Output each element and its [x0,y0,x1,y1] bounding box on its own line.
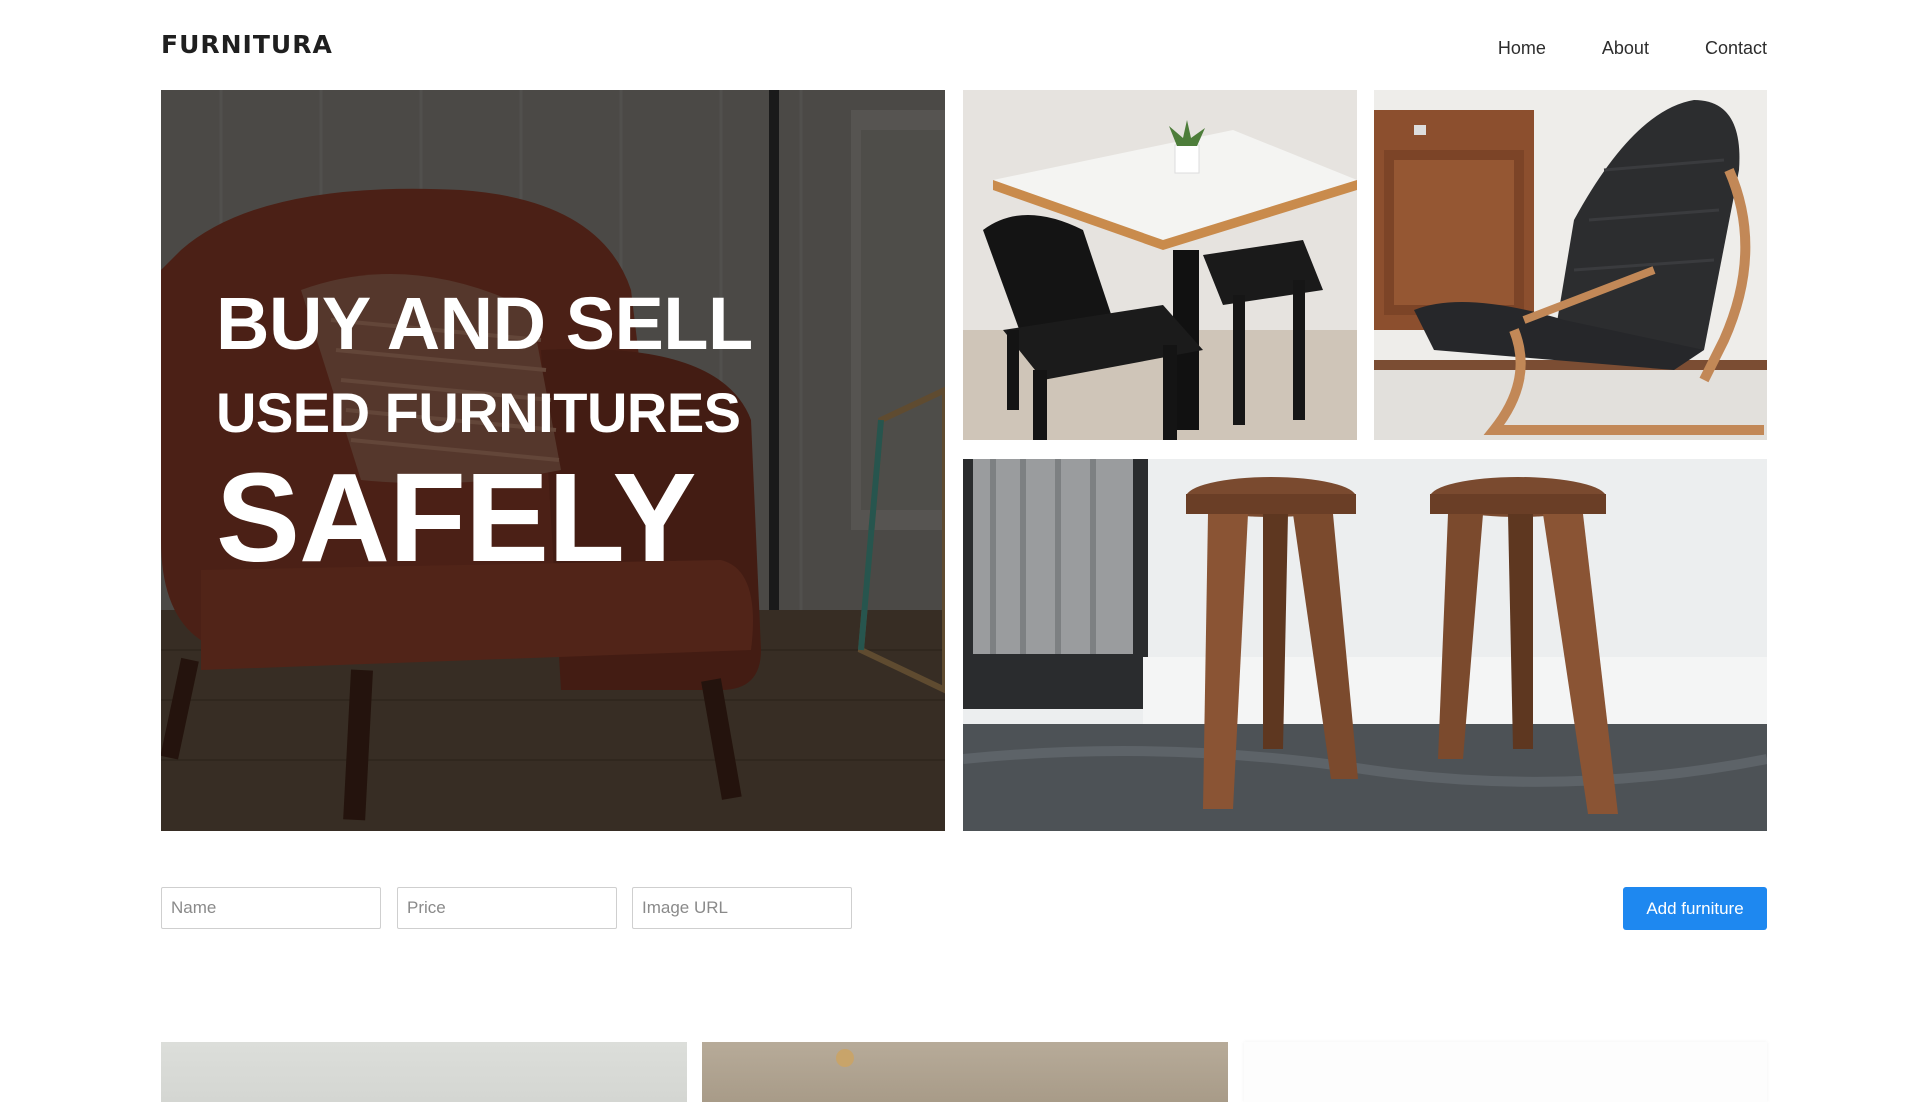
hero-line-used-furnitures: USED FURNITURES [216,381,741,444]
add-furniture-form: Add furniture [161,887,1767,931]
site-header: FURNITURA Home About Contact [161,0,1767,90]
nav-home[interactable]: Home [1498,38,1546,59]
furniture-card[interactable] [161,1042,687,1102]
gallery-image-table-chairs [963,90,1357,440]
price-input[interactable] [397,887,617,929]
furniture-card[interactable] [702,1042,1228,1102]
hero-headline: BUY AND SELL USED FURNITURES SAFELY [216,280,753,588]
image-url-input[interactable] [632,887,852,929]
gallery-image-wooden-stools [963,459,1767,831]
hero-banner-image: BUY AND SELL USED FURNITURES SAFELY [161,90,945,831]
hero-line-buy-sell: BUY AND SELL [216,282,753,365]
main-nav: Home About Contact [1498,38,1767,59]
gallery-image-lounge-chair [1374,90,1767,440]
hero-line-safely: SAFELY [216,447,696,588]
lamp-photo [836,1049,854,1067]
furniture-card[interactable] [1244,1042,1767,1102]
table-chairs-photo [963,90,1357,440]
wooden-stools-photo [963,459,1767,831]
nav-about[interactable]: About [1602,38,1649,59]
lounge-chair-photo [1374,90,1767,440]
site-logo[interactable]: FURNITURA [161,30,333,59]
name-input[interactable] [161,887,381,929]
add-furniture-button[interactable]: Add furniture [1623,887,1767,930]
nav-contact[interactable]: Contact [1705,38,1767,59]
